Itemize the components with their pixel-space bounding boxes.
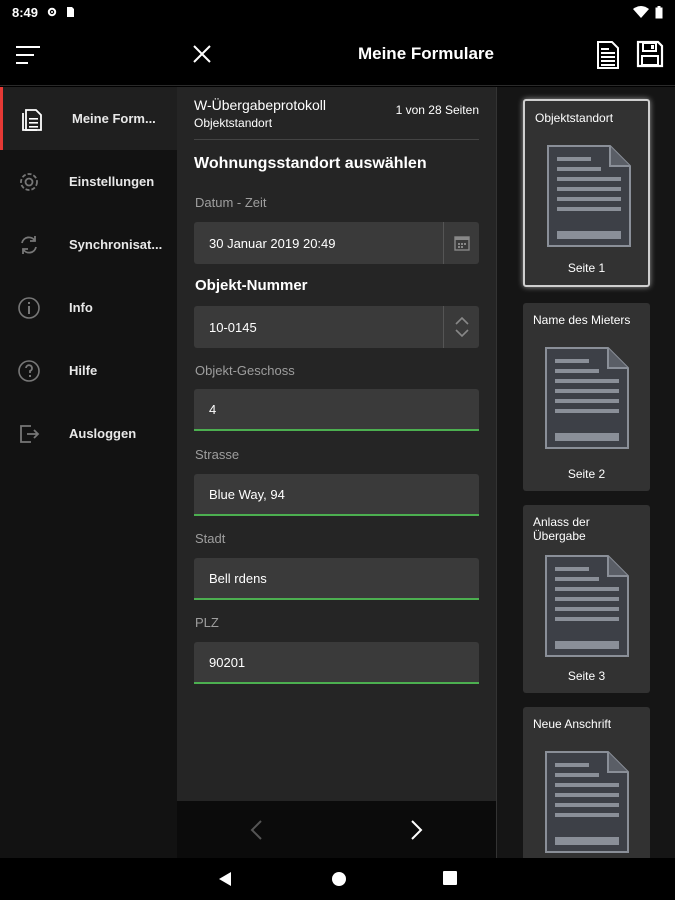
strasse-input[interactable]: Blue Way, 94 <box>194 474 479 516</box>
datum-label: Datum - Zeit <box>195 195 267 210</box>
thumbnail-page-4[interactable]: Neue Anschrift <box>523 707 650 858</box>
info-icon <box>16 295 42 321</box>
section-title: Wohnungsstandort auswählen <box>194 155 427 172</box>
chevron-right-icon[interactable] <box>406 818 426 842</box>
thumbnail-title: Anlass der Übergabe <box>533 515 590 543</box>
plz-input[interactable]: 90201 <box>194 642 479 684</box>
document-icon <box>545 751 629 853</box>
gear-icon <box>16 169 42 195</box>
stadt-input[interactable]: Bell rdens <box>194 558 479 600</box>
sidebar-item-hilfe[interactable]: Hilfe <box>0 339 177 402</box>
thumbnail-page-2[interactable]: Name des Mieters Seite 2 <box>523 303 650 491</box>
objekt-label: Objekt-Nummer <box>195 277 308 294</box>
logout-icon <box>16 421 42 447</box>
page-navigation <box>177 801 496 858</box>
calendar-button[interactable] <box>443 222 479 264</box>
sidebar-item-info[interactable]: Info <box>0 276 177 339</box>
thumbnail-page-1[interactable]: Objektstandort Seite 1 <box>523 99 650 287</box>
chevron-up-down-icon <box>454 316 469 338</box>
datum-value: 30 Januar 2019 20:49 <box>209 235 336 251</box>
form-subtitle: Objektstandort <box>194 116 273 130</box>
sidebar-item-synchronisation[interactable]: Synchronisat... <box>0 213 177 276</box>
datum-field[interactable]: 30 Januar 2019 20:49 <box>194 222 479 264</box>
objekt-select[interactable]: 10-0145 <box>194 306 479 348</box>
stadt-label: Stadt <box>195 531 226 546</box>
settings-status-icon <box>47 7 57 17</box>
sidebar-item-einstellungen[interactable]: Einstellungen <box>0 150 177 213</box>
save-icon[interactable] <box>636 40 664 68</box>
strasse-label: Strasse <box>195 447 240 462</box>
battery-icon <box>655 5 663 18</box>
sidebar-item-label: Einstellungen <box>69 174 155 189</box>
thumbnail-page-label: Seite 2 <box>567 467 606 481</box>
thumbnail-title: Objektstandort <box>535 111 614 125</box>
status-time: 8:49 <box>12 4 39 20</box>
sidebar-item-label: Synchronisat... <box>69 237 163 252</box>
back-icon[interactable] <box>218 871 232 887</box>
geschoss-label: Objekt-Geschoss <box>195 363 295 378</box>
system-navigation-bar <box>0 858 675 900</box>
sidebar-item-label: Hilfe <box>69 363 98 378</box>
thumbnail-title: Name des Mieters <box>533 313 631 327</box>
form-header: W-Übergabeprotokoll Objektstandort 1 von… <box>194 97 479 140</box>
documents-icon <box>19 106 45 132</box>
page-thumbnails: Objektstandort Seite 1 Name des Mieters … <box>496 87 675 858</box>
status-bar: 8:49 <box>0 0 675 24</box>
thumbnail-page-label: Seite 1 <box>567 261 606 275</box>
home-icon[interactable] <box>331 871 347 887</box>
document-list-icon[interactable] <box>596 40 620 70</box>
sidebar-item-label: Info <box>69 300 93 315</box>
form-panel: W-Übergabeprotokoll Objektstandort 1 von… <box>177 87 496 801</box>
recents-icon[interactable] <box>443 871 457 885</box>
plz-label: PLZ <box>195 615 219 630</box>
sidebar: Meine Form... Einstellungen Synchronisat… <box>0 87 177 858</box>
help-icon <box>16 358 42 384</box>
objekt-value: 10-0145 <box>209 319 257 335</box>
document-icon <box>545 347 629 449</box>
thumbnail-page-label: Seite 3 <box>567 669 606 683</box>
objekt-spinner[interactable] <box>443 306 479 348</box>
sidebar-item-label: Meine Form... <box>72 111 156 126</box>
sync-icon <box>16 232 42 258</box>
document-icon <box>545 555 629 657</box>
sidebar-item-label: Ausloggen <box>69 426 137 441</box>
page-counter: 1 von 28 Seiten <box>395 103 479 117</box>
calendar-icon <box>453 236 470 251</box>
page-title: Meine Formulare <box>357 44 495 63</box>
thumbnail-page-3[interactable]: Anlass der Übergabe Seite 3 <box>523 505 650 693</box>
sidebar-item-meine-formulare[interactable]: Meine Form... <box>0 87 177 150</box>
sd-card-icon <box>67 7 75 17</box>
thumbnail-title: Neue Anschrift <box>533 717 612 731</box>
app-bar: Meine Formulare <box>0 24 675 86</box>
sidebar-item-ausloggen[interactable]: Ausloggen <box>0 402 177 465</box>
chevron-left-icon[interactable] <box>247 818 267 842</box>
document-icon <box>547 145 631 247</box>
geschoss-input[interactable]: 4 <box>194 389 479 431</box>
wifi-icon <box>633 6 649 18</box>
